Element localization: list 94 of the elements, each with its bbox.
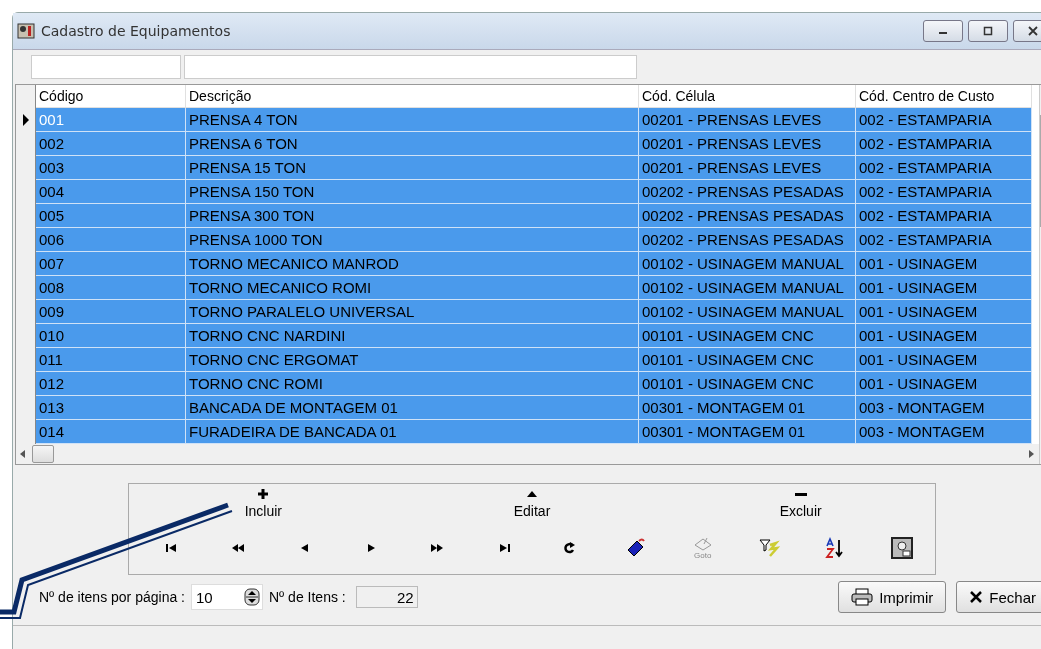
report-icon — [890, 537, 913, 559]
table-cell: 001 - USINAGEM — [856, 300, 1032, 324]
table-cell: PRENSA 6 TON — [186, 132, 639, 156]
print-button[interactable]: Imprimir — [838, 581, 947, 613]
table-cell: 013 — [36, 396, 186, 420]
table-cell: TORNO CNC NARDINI — [186, 324, 639, 348]
goto-label: Goto — [694, 550, 712, 560]
table-cell: 006 — [36, 228, 186, 252]
filter-field[interactable] — [31, 55, 181, 79]
table-cell: 00201 - PRENSAS LEVES — [639, 108, 856, 132]
table-cell: PRENSA 15 TON — [186, 156, 639, 180]
column-header[interactable]: Descrição — [186, 85, 639, 108]
close-button[interactable]: Fechar — [956, 581, 1041, 613]
item-count-label: Nº de Itens : — [269, 589, 346, 605]
table-cell: PRENSA 4 TON — [186, 108, 639, 132]
table-cell: 002 - ESTAMPARIA — [856, 108, 1032, 132]
table-cell: 00301 - MONTAGEM 01 — [639, 420, 856, 444]
table-cell: 005 — [36, 204, 186, 228]
table-cell: 001 — [36, 108, 186, 132]
table-cell: 001 - USINAGEM — [856, 276, 1032, 300]
items-per-page-label: Nº de itens por página : — [39, 589, 185, 605]
table-cell: 002 - ESTAMPARIA — [856, 132, 1032, 156]
table-cell: 001 - USINAGEM — [856, 324, 1032, 348]
rewind-icon — [231, 543, 246, 553]
fast-forward-icon — [430, 543, 445, 553]
filter-icon — [758, 537, 781, 559]
table-cell: 002 - ESTAMPARIA — [856, 180, 1032, 204]
scroll-left-icon[interactable] — [20, 450, 26, 458]
table-cell: 002 - ESTAMPARIA — [856, 228, 1032, 252]
table-cell: 00202 - PRENSAS PESADAS — [639, 180, 856, 204]
table-cell: PRENSA 300 TON — [186, 204, 639, 228]
table-cell: 002 - ESTAMPARIA — [856, 204, 1032, 228]
table-cell: 001 - USINAGEM — [856, 372, 1032, 396]
corner-cell — [16, 85, 36, 108]
items-per-page-field[interactable]: 10 — [191, 584, 263, 610]
table-cell: FURADEIRA DE BANCADA 01 — [186, 420, 639, 444]
table-cell: TORNO CNC ERGOMAT — [186, 348, 639, 372]
delete-button[interactable]: Excluir — [666, 484, 935, 530]
close-button[interactable] — [1013, 20, 1041, 42]
table-cell: PRENSA 1000 TON — [186, 228, 639, 252]
add-button[interactable]: Incluir — [129, 484, 398, 530]
table-cell: 003 — [36, 156, 186, 180]
table-cell: 003 - MONTAGEM — [856, 420, 1032, 444]
table-cell: 014 — [36, 420, 186, 444]
window-title: Cadastro de Equipamentos — [41, 23, 231, 39]
table-cell: 012 — [36, 372, 186, 396]
table-cell: 00102 - USINAGEM MANUAL — [639, 276, 856, 300]
table-cell: 00101 - USINAGEM CNC — [639, 348, 856, 372]
table-cell: BANCADA DE MONTAGEM 01 — [186, 396, 639, 420]
table-cell: 002 — [36, 132, 186, 156]
printer-icon — [851, 588, 874, 606]
spin-icon[interactable] — [244, 588, 260, 606]
table-cell: PRENSA 150 TON — [186, 180, 639, 204]
table-cell: 00301 - MONTAGEM 01 — [639, 396, 856, 420]
table-cell: TORNO MECANICO MANROD — [186, 252, 639, 276]
edit-button[interactable]: Editar — [397, 484, 667, 530]
table-cell: 00102 - USINAGEM MANUAL — [639, 300, 856, 324]
column-header[interactable]: Código — [36, 85, 186, 108]
table-cell: 00101 - USINAGEM CNC — [639, 324, 856, 348]
table-cell: 001 - USINAGEM — [856, 252, 1032, 276]
table-cell: TORNO MECANICO ROMI — [186, 276, 639, 300]
table-cell: 00201 - PRENSAS LEVES — [639, 156, 856, 180]
table-cell: 011 — [36, 348, 186, 372]
maximize-icon — [983, 26, 993, 36]
item-count-field: 22 — [355, 586, 418, 608]
table-cell: 010 — [36, 324, 186, 348]
close-icon — [1028, 26, 1038, 36]
column-header[interactable]: Cód. Célula — [639, 85, 856, 108]
table-cell: 009 — [36, 300, 186, 324]
column-header[interactable]: Cód. Centro de Custo — [856, 85, 1032, 108]
table-cell: 00102 - USINAGEM MANUAL — [639, 252, 856, 276]
table-cell: 00101 - USINAGEM CNC — [639, 372, 856, 396]
horizontal-scrollbar[interactable] — [16, 444, 1039, 464]
table-cell: 004 — [36, 180, 186, 204]
tools-icon — [17, 22, 35, 40]
table-cell: 00202 - PRENSAS PESADAS — [639, 228, 856, 252]
scroll-right-icon[interactable] — [1029, 450, 1035, 458]
table-cell: 008 — [36, 276, 186, 300]
tag-icon — [625, 537, 648, 559]
table-cell: 00202 - PRENSAS PESADAS — [639, 204, 856, 228]
table-cell: 00201 - PRENSAS LEVES — [639, 132, 856, 156]
maximize-button[interactable] — [968, 20, 1008, 42]
table-cell: 002 - ESTAMPARIA — [856, 156, 1032, 180]
table-cell: TORNO CNC ROMI — [186, 372, 639, 396]
scrollbar-thumb[interactable] — [32, 445, 54, 463]
table-cell: 003 - MONTAGEM — [856, 396, 1032, 420]
close-icon — [969, 590, 984, 604]
table-cell: 001 - USINAGEM — [856, 348, 1032, 372]
minimize-button[interactable] — [923, 20, 963, 42]
row-indicator-icon — [21, 114, 30, 126]
table-cell: 007 — [36, 252, 186, 276]
table-cell: TORNO PARALELO UNIVERSAL — [186, 300, 639, 324]
plus-icon — [257, 488, 270, 500]
filter-field[interactable] — [184, 55, 637, 79]
